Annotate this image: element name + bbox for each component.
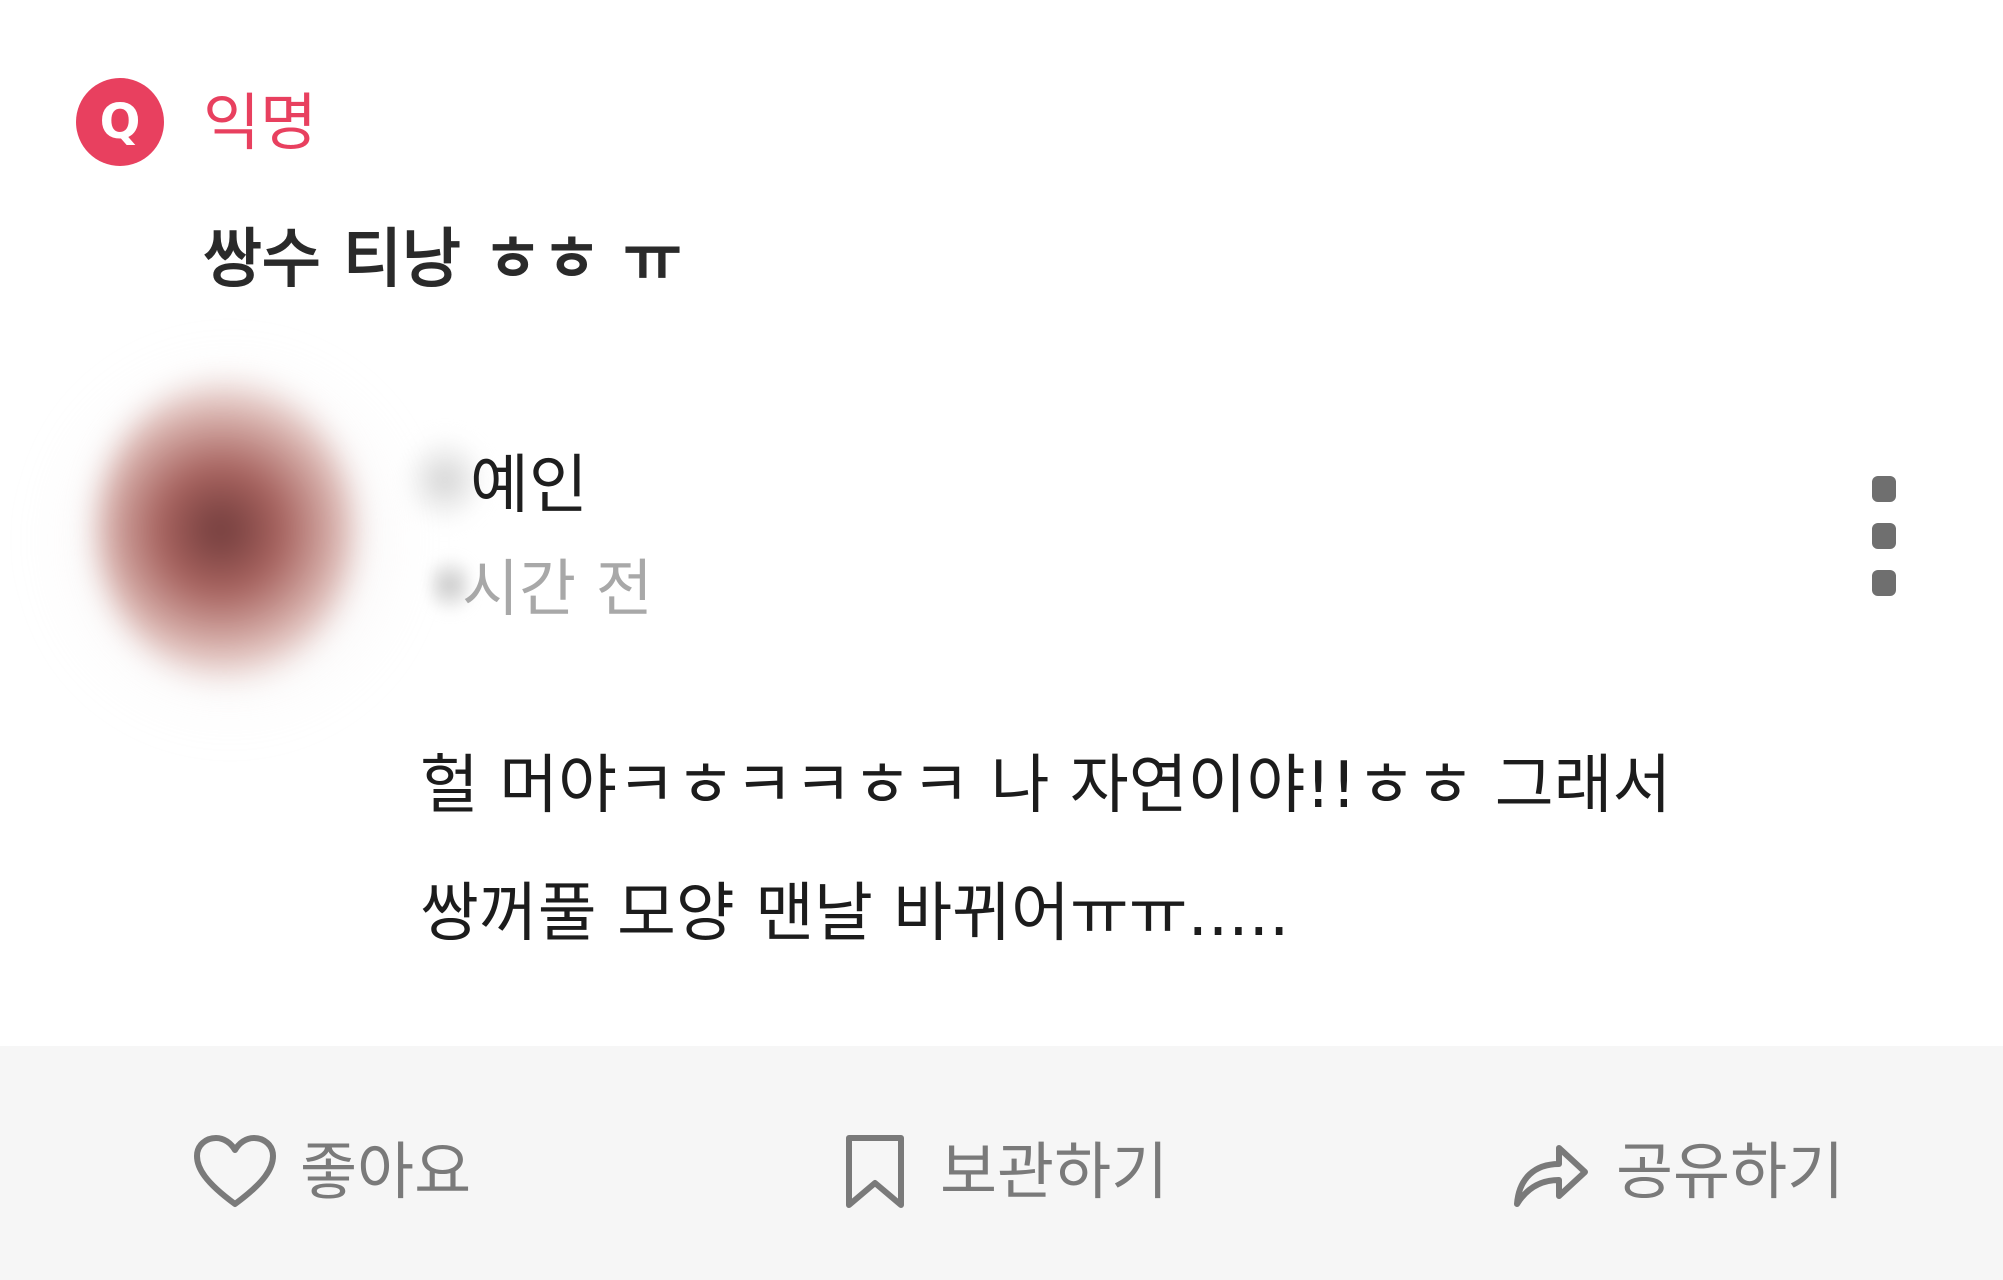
- bookmark-label: 보관하기: [940, 1135, 1169, 1208]
- qa-card: Q 익명 쌍수 티낭 ㅎㅎ ㅠ 예인 시간 전 헐 머야ㅋㅎㅋㅋㅎㅋ 나 자연이…: [0, 0, 2003, 1280]
- more-vertical-icon: [1872, 476, 1896, 502]
- avatar[interactable]: [96, 380, 356, 680]
- bookmark-icon: [832, 1129, 918, 1215]
- answer-line: 헐 머야ㅋㅎㅋㅋㅎㅋ 나 자연이야!!ㅎㅎ 그래서: [420, 749, 1672, 823]
- like-button[interactable]: 좋아요: [192, 1124, 471, 1220]
- bookmark-button[interactable]: 보관하기: [832, 1124, 1168, 1220]
- like-label: 좋아요: [300, 1135, 472, 1208]
- share-button[interactable]: 공유하기: [1508, 1124, 1844, 1220]
- answer-body: 헐 머야ㅋㅎㅋㅋㅎㅋ 나 자연이야!!ㅎㅎ 그래서 쌍꺼풀 모양 맨날 바뀌어ㅠ…: [420, 722, 1800, 978]
- more-vertical-icon-dot: [1872, 570, 1896, 596]
- share-arrow-icon: [1508, 1129, 1594, 1215]
- user-name[interactable]: 예인: [470, 448, 588, 524]
- question-author: 익명: [203, 86, 318, 159]
- time-ago: 시간 전: [462, 552, 653, 625]
- answer-line: 쌍꺼풀 모양 맨날 바뀌어ㅠㅠ.....: [420, 877, 1290, 951]
- question-text: 쌍수 티낭 ㅎㅎ ㅠ: [203, 223, 683, 297]
- share-label: 공유하기: [1616, 1135, 1845, 1208]
- more-vertical-icon-dot: [1872, 523, 1896, 549]
- heart-icon: [192, 1129, 278, 1215]
- more-options-button[interactable]: [1862, 476, 1906, 596]
- q-icon: Q: [76, 78, 164, 166]
